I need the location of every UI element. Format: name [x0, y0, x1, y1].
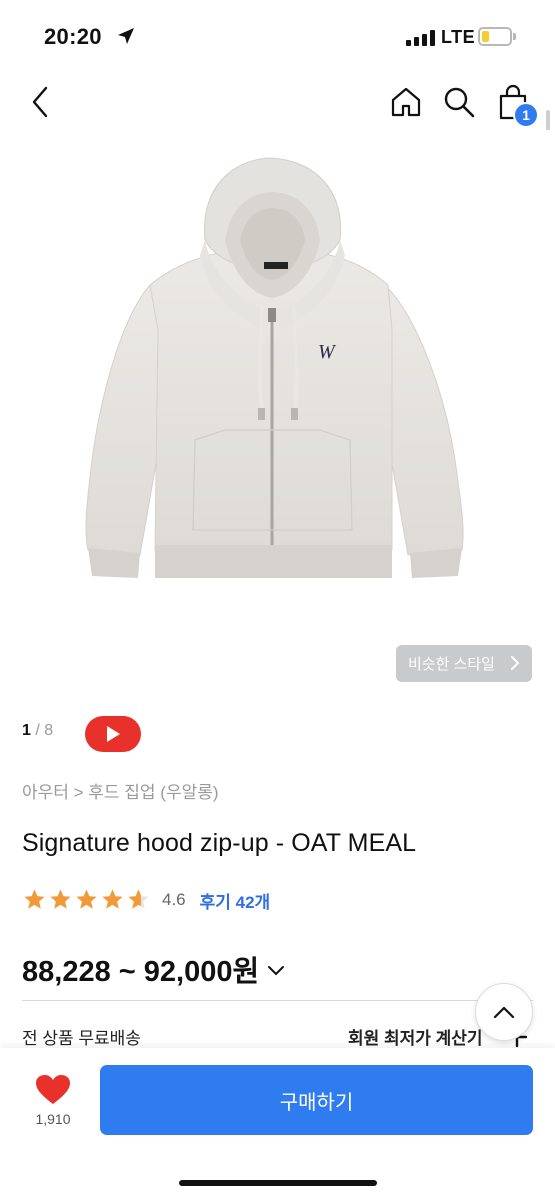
image-pager: 1 / 8 — [22, 722, 53, 740]
battery-icon — [478, 27, 512, 46]
product-image[interactable]: W — [0, 130, 555, 690]
free-shipping-label: 전 상품 무료배송 — [22, 1029, 141, 1048]
similar-style-label: 비슷한 스타일 — [408, 656, 495, 673]
pager-total: / 8 — [35, 722, 54, 739]
search-icon — [444, 87, 475, 118]
rating-row: 4.6 후기 42개 — [22, 886, 270, 914]
cart-count-badge: 1 — [513, 102, 539, 128]
location-arrow-icon — [118, 28, 134, 44]
similar-style-button[interactable]: 비슷한 스타일 — [396, 645, 532, 682]
home-button[interactable] — [389, 84, 423, 120]
star-icon — [76, 889, 97, 909]
price-text: 88,228 ~ 92,000원 — [22, 956, 260, 988]
battery-tip — [513, 33, 516, 40]
scroll-to-top-button[interactable] — [475, 983, 533, 1041]
rating-stars — [22, 888, 152, 912]
price-row[interactable]: 88,228 ~ 92,000원 — [22, 948, 285, 990]
hoodie-illustration: W — [85, 157, 464, 578]
status-time: 20:20 — [44, 24, 102, 49]
back-button[interactable] — [26, 84, 56, 120]
status-bar: 20:20 LTE — [0, 0, 555, 70]
svg-text:W: W — [318, 341, 337, 363]
pager-current: 1 — [22, 722, 31, 739]
review-link[interactable]: 후기 42개 — [200, 888, 271, 913]
heart-icon — [36, 1075, 70, 1104]
chevron-right-icon — [511, 656, 520, 670]
play-icon — [107, 726, 120, 742]
product-title: Signature hood zip-up - OAT MEAL — [22, 829, 417, 857]
home-indicator — [179, 1180, 377, 1186]
chevron-down-icon — [268, 966, 285, 976]
nav-bar — [0, 74, 555, 130]
rating-value: 4.6 — [162, 890, 186, 909]
search-button[interactable] — [442, 84, 476, 120]
star-icon — [24, 889, 45, 909]
star-icon — [128, 889, 149, 909]
divider — [22, 1000, 533, 1001]
chevron-up-icon — [493, 1006, 515, 1019]
category-breadcrumb[interactable]: 아우터 > 후드 집업 (우알롱) — [22, 778, 219, 803]
buy-button[interactable]: 구매하기 — [100, 1065, 533, 1135]
star-icon — [50, 889, 71, 909]
back-icon — [32, 86, 48, 118]
home-icon — [391, 87, 421, 117]
like-count: 1,910 — [35, 1111, 71, 1127]
youtube-button[interactable] — [85, 716, 141, 752]
like-button[interactable] — [22, 1068, 84, 1138]
network-label: LTE — [441, 27, 476, 47]
member-price-calculator[interactable]: 회원 최저가 계산기 — [348, 1024, 483, 1049]
signal-icon — [406, 30, 436, 46]
star-icon — [102, 889, 123, 909]
